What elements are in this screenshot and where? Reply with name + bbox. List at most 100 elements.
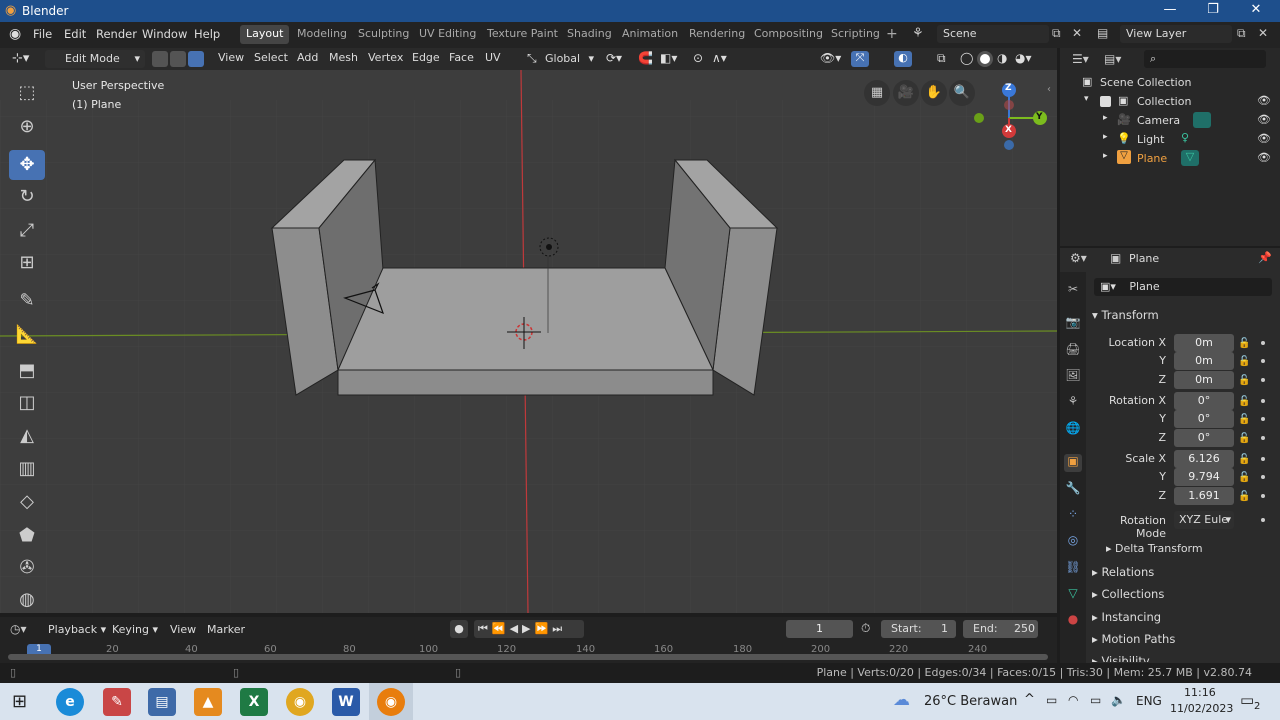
tab-layout[interactable]: Layout (240, 25, 290, 44)
lock-icon[interactable]: 🔓 (1238, 414, 1250, 425)
scale-y-field[interactable]: 9.794 (1174, 468, 1234, 486)
pivot-point-icon[interactable]: ⟳▾ (606, 51, 622, 65)
outliner-row-scene-collection[interactable]: ▣ Scene Collection (1060, 73, 1280, 92)
proportional-edit-icon[interactable]: ⊙ (693, 51, 703, 65)
lock-icon[interactable]: 🔓 (1238, 396, 1250, 407)
timeline-editor-icon[interactable]: ◷▾ (10, 622, 27, 636)
windows-start-icon[interactable]: ⊞ (12, 691, 27, 712)
eye-icon[interactable]: 👁 (1257, 113, 1271, 126)
smooth-tool-icon[interactable]: ◍ (9, 585, 45, 615)
rotation-z-field[interactable]: 0° (1174, 429, 1234, 447)
timeline-scrollbar[interactable] (8, 654, 1048, 660)
end-frame-field[interactable]: End: 250 (963, 620, 1038, 638)
tab-sculpting[interactable]: Sculpting (352, 25, 415, 44)
checkbox-icon[interactable] (1100, 96, 1111, 107)
physics-tab-icon[interactable]: ◎ (1064, 533, 1082, 551)
constraints-tab-icon[interactable]: ⛓ (1064, 560, 1082, 578)
material-shading-icon[interactable]: ◑ (997, 51, 1007, 65)
paint-icon[interactable]: ✎ (103, 688, 131, 716)
loop-cut-tool-icon[interactable]: ▥ (9, 454, 45, 484)
rotation-x-field[interactable]: 0° (1174, 392, 1234, 410)
scene-field[interactable]: Scene (937, 25, 1049, 43)
close-icon[interactable]: ✕ (1236, 2, 1276, 17)
outliner-row-collection[interactable]: ▾ ▣ Collection 👁 (1060, 92, 1280, 111)
tab-scripting[interactable]: Scripting (825, 25, 886, 44)
edge-select-icon[interactable] (170, 51, 186, 67)
menu-file[interactable]: File (33, 27, 52, 41)
wifi-icon[interactable]: ◠ (1068, 693, 1078, 707)
add-workspace-icon[interactable]: + (886, 26, 898, 42)
properties-editor-icon[interactable]: ⚙▾ (1070, 251, 1087, 265)
modifier-tab-icon[interactable]: 🔧 (1064, 481, 1082, 499)
eye-icon[interactable]: 👁 (1257, 151, 1271, 164)
playback-controls[interactable]: ⏮⏪◀▶⏩⏭ (474, 620, 584, 638)
blender-icon[interactable]: ◉ (377, 688, 405, 716)
expand-arrow-icon[interactable]: ▸ (1103, 113, 1108, 123)
keyframe-dot[interactable] (1261, 494, 1265, 498)
scene-selector-icon[interactable]: ⚘ (912, 26, 924, 41)
render-tab-icon[interactable]: 📷 (1064, 315, 1082, 333)
keyframe-dot[interactable] (1261, 518, 1265, 522)
tab-modeling[interactable]: Modeling (291, 25, 353, 44)
lock-icon[interactable]: 🔓 (1238, 472, 1250, 483)
relations-panel[interactable]: ▸ Relations (1092, 565, 1154, 579)
viewport-menu-face[interactable]: Face (449, 51, 474, 64)
lock-icon[interactable]: 🔓 (1238, 454, 1250, 465)
material-tab-icon[interactable]: ● (1064, 612, 1082, 630)
location-z-field[interactable]: 0m (1174, 371, 1234, 389)
start-frame-field[interactable]: Start: 1 (881, 620, 956, 638)
outliner-row-plane[interactable]: ▸ ▽ Plane ▽ 👁 (1060, 149, 1280, 168)
delete-view-layer-icon[interactable]: ✕ (1258, 26, 1268, 40)
scale-z-field[interactable]: 1.691 (1174, 487, 1234, 505)
keyframe-dot[interactable] (1261, 436, 1265, 440)
tool-tab-icon[interactable]: ✂ (1064, 282, 1082, 300)
scale-x-field[interactable]: 6.126 (1174, 450, 1234, 468)
blender-menu-icon[interactable]: ◉ (9, 26, 21, 42)
wireframe-shading-icon[interactable]: ◯ (960, 51, 973, 65)
snap-target-icon[interactable]: ◧▾ (660, 51, 677, 65)
outliner-row-light[interactable]: ▸ 💡 Light ♀ 👁 (1060, 130, 1280, 149)
particles-tab-icon[interactable]: ⁘ (1064, 507, 1082, 525)
transform-panel-header[interactable]: ▾ Transform (1092, 308, 1159, 322)
expand-arrow-icon[interactable]: ▸ (1103, 132, 1108, 142)
stopwatch-icon[interactable]: ⏱ (861, 621, 870, 636)
keyframe-dot[interactable] (1261, 378, 1265, 382)
current-frame-field[interactable]: 1 (786, 620, 853, 638)
pan-hand-icon[interactable]: ✋ (921, 80, 947, 106)
data-tab-icon[interactable]: ▽ (1064, 586, 1082, 604)
rendered-shading-icon[interactable]: ◕▾ (1015, 51, 1032, 65)
menu-render[interactable]: Render (96, 27, 137, 41)
visibility-icon[interactable]: 👁▾ (820, 51, 841, 65)
menu-help[interactable]: Help (194, 27, 220, 41)
timeline-menu-view[interactable]: View (170, 623, 196, 636)
tray-device-icon[interactable]: ▭ (1046, 693, 1057, 707)
display-mode-icon[interactable]: ▤▾ (1104, 52, 1121, 66)
camera-data-icon[interactable] (1193, 112, 1211, 128)
tab-texture-paint[interactable]: Texture Paint (481, 25, 564, 44)
rotation-mode-select[interactable]: XYZ Eule ▾ (1174, 511, 1234, 529)
location-x-field[interactable]: 0m (1174, 334, 1234, 352)
viewport-menu-vertex[interactable]: Vertex (368, 51, 403, 64)
editor-type-icon[interactable]: ⊹▾ (12, 51, 29, 66)
keyframe-dot[interactable] (1261, 457, 1265, 461)
clock-date[interactable]: 11/02/2023 (1170, 702, 1233, 715)
scene-tab-icon[interactable]: ⚘ (1064, 394, 1082, 412)
timeline-menu-playback[interactable]: Playback ▾ (48, 623, 106, 636)
light-data-icon[interactable]: ♀ (1181, 131, 1189, 144)
maximize-icon[interactable]: ❐ (1193, 2, 1233, 17)
grid-view-icon[interactable]: ▦ (864, 80, 890, 106)
extrude-tool-icon[interactable]: ⬒ (9, 356, 45, 386)
eye-icon[interactable]: 👁 (1257, 132, 1271, 145)
keyframe-dot[interactable] (1261, 417, 1265, 421)
weather-cloud-icon[interactable]: ☁ (893, 690, 910, 710)
menu-window[interactable]: Window (142, 27, 187, 41)
view-layer-field[interactable]: View Layer (1120, 25, 1232, 43)
annotate-tool-icon[interactable]: ✎ (9, 286, 45, 316)
bevel-tool-icon[interactable]: ◭ (9, 421, 45, 451)
knife-tool-icon[interactable]: ◇ (9, 487, 45, 517)
battery-icon[interactable]: ▭ (1090, 693, 1101, 707)
chrome-icon[interactable]: ◉ (286, 688, 314, 716)
mode-selector[interactable]: Edit Mode ▾ (45, 50, 145, 68)
viewport-menu-mesh[interactable]: Mesh (329, 51, 358, 64)
record-icon[interactable]: ● (450, 620, 468, 638)
